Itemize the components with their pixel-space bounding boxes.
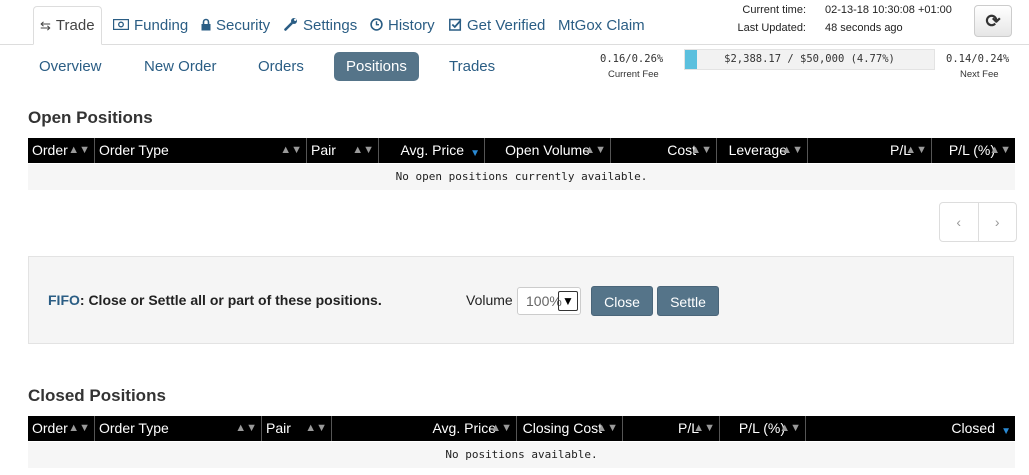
tab-label: Get Verified — [467, 16, 546, 34]
col-pl[interactable]: P/L ▲▼ — [622, 416, 719, 441]
tab-label: History — [388, 16, 435, 34]
sort-icon: ▲▼ — [690, 144, 712, 156]
prev-page-button[interactable]: ‹ — [940, 203, 979, 241]
sort-icon: ▲▼ — [68, 422, 90, 434]
tab-label: MtGox Claim — [558, 16, 645, 34]
fifo-description: FIFO: Close or Settle all or part of the… — [48, 292, 382, 308]
check-square-icon — [449, 18, 462, 33]
sort-desc-icon: ▼ — [1001, 426, 1011, 437]
last-updated-value: 48 seconds ago — [825, 22, 903, 34]
next-fee-caption: Next Fee — [960, 69, 999, 80]
volume-label: Volume — [466, 292, 513, 308]
fee-volume-text: $2,388.17 / $50,000 (4.77%) — [724, 53, 895, 65]
last-updated-label: Last Updated: — [737, 22, 807, 34]
tab-security[interactable]: Security — [201, 14, 270, 36]
col-pair[interactable]: Pair ▲▼ — [261, 416, 331, 441]
sort-icon: ▲▼ — [596, 422, 618, 434]
col-order-type[interactable]: Order Type ▲▼ — [94, 138, 306, 163]
closed-positions-header: Order ▲▼ Order Type ▲▼ Pair ▲▼ Avg. Price ▲▼… — [28, 416, 1015, 441]
pagination: ‹ › — [939, 202, 1017, 242]
sort-icon: ▲▼ — [490, 422, 512, 434]
closed-positions-title: Closed Positions — [28, 386, 166, 405]
col-pair[interactable]: Pair ▲▼ — [306, 138, 378, 163]
sort-icon: ▲▼ — [693, 422, 715, 434]
refresh-icon: ⟳ — [985, 10, 1001, 31]
refresh-button[interactable]: ⟳ — [974, 5, 1012, 37]
col-order[interactable]: Order ▲▼ — [28, 416, 94, 441]
col-open-volume[interactable]: Open Volume ▲▼ — [484, 138, 610, 163]
col-avg-price[interactable]: Avg. Price ▲▼ — [331, 416, 516, 441]
chevron-down-icon: ▼ — [558, 291, 578, 311]
col-closed[interactable]: Closed ▼ — [805, 416, 1015, 441]
current-fee-caption: Current Fee — [608, 69, 659, 80]
sort-icon: ▲▼ — [989, 144, 1011, 156]
open-positions-title: Open Positions — [28, 108, 153, 127]
fifo-text: : Close or Settle all or part of these p… — [79, 292, 382, 308]
top-nav: ⇆ Trade Funding Security Settings Histor… — [0, 0, 1029, 45]
clock-icon — [370, 17, 383, 33]
subtab-new-order[interactable]: New Order — [132, 52, 229, 81]
close-button[interactable]: Close — [591, 286, 653, 316]
volume-value: 100% — [526, 293, 562, 309]
lock-icon — [201, 18, 211, 33]
sort-icon: ▲▼ — [584, 144, 606, 156]
tab-label: Trade — [55, 17, 95, 34]
wrench-icon — [284, 17, 298, 33]
volume-select[interactable]: 100% ▼ — [517, 287, 581, 315]
sort-icon: ▲▼ — [235, 422, 257, 434]
sort-icon: ▲▼ — [68, 144, 90, 156]
sort-icon: ▲▼ — [280, 144, 302, 156]
subtab-overview[interactable]: Overview — [27, 52, 114, 81]
sort-desc-icon: ▼ — [470, 148, 480, 159]
tab-label: Security — [216, 16, 271, 34]
tab-funding[interactable]: Funding — [112, 14, 189, 36]
tab-mtgox-claim[interactable]: MtGox Claim — [558, 14, 645, 36]
subtab-trades[interactable]: Trades — [437, 52, 507, 81]
current-time-label: Current time: — [742, 4, 806, 16]
sort-icon: ▲▼ — [781, 144, 803, 156]
col-leverage[interactable]: Leverage ▲▼ — [716, 138, 807, 163]
fee-volume-progress: $2,388.17 / $50,000 (4.77%) — [684, 49, 935, 70]
tab-history[interactable]: History — [370, 14, 435, 36]
open-positions-empty: No open positions currently available. — [28, 164, 1015, 190]
closed-positions-empty: No positions available. — [28, 442, 1015, 468]
sort-icon: ▲▼ — [779, 422, 801, 434]
col-pl-percent[interactable]: P/L (%) ▲▼ — [719, 416, 805, 441]
fifo-label: FIFO — [48, 292, 80, 308]
tab-label: Funding — [134, 16, 189, 34]
col-order[interactable]: Order ▲▼ — [28, 138, 94, 163]
subtab-positions[interactable]: Positions — [334, 52, 419, 81]
current-fee-value: 0.16/0.26% — [600, 53, 664, 65]
tab-trade[interactable]: ⇆ Trade — [33, 6, 102, 45]
col-closing-cost[interactable]: Closing Cost ▲▼ — [516, 416, 622, 441]
col-cost[interactable]: Cost ▲▼ — [610, 138, 716, 163]
open-positions-header: Order ▲▼ Order Type ▲▼ Pair ▲▼ Avg. Price ▼ … — [28, 138, 1015, 163]
sort-icon: ▲▼ — [352, 144, 374, 156]
col-order-type[interactable]: Order Type ▲▼ — [94, 416, 261, 441]
fifo-panel: FIFO: Close or Settle all or part of the… — [28, 256, 1014, 344]
sort-icon: ▲▼ — [305, 422, 327, 434]
settle-button[interactable]: Settle — [657, 286, 719, 316]
money-icon — [112, 18, 130, 32]
subtab-orders[interactable]: Orders — [246, 52, 316, 81]
next-fee-value: 0.14/0.24% — [946, 53, 1010, 65]
next-page-button[interactable]: › — [979, 203, 1017, 241]
col-avg-price[interactable]: Avg. Price ▼ — [378, 138, 484, 163]
tab-label: Settings — [303, 16, 358, 34]
tab-settings[interactable]: Settings — [284, 14, 357, 36]
tab-get-verified[interactable]: Get Verified — [449, 14, 545, 36]
col-pl-percent[interactable]: P/L (%) ▲▼ — [931, 138, 1015, 163]
sort-icon: ▲▼ — [905, 144, 927, 156]
col-pl[interactable]: P/L ▲▼ — [807, 138, 931, 163]
current-time-value: 02-13-18 10:30:08 +01:00 — [825, 4, 952, 16]
exchange-icon: ⇆ — [40, 18, 51, 33]
